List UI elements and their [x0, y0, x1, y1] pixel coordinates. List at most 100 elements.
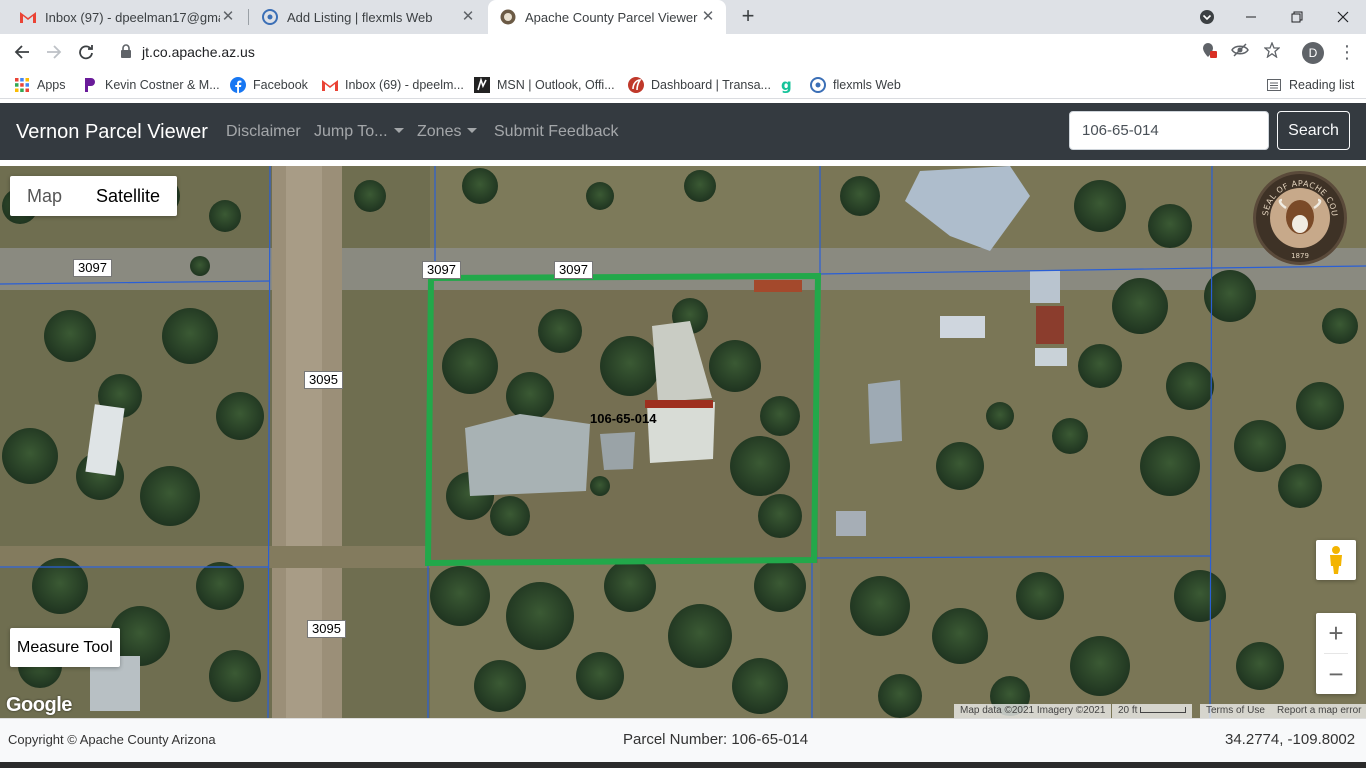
- bookmark-label: Inbox (69) - dpeelm...: [345, 78, 464, 92]
- peacock-icon: [82, 77, 98, 93]
- page-footer: Copyright © Apache County Arizona Parcel…: [0, 718, 1366, 762]
- bookmark-msn[interactable]: MSN | Outlook, Offi...: [474, 76, 615, 94]
- nav-zones-label: Zones: [417, 123, 462, 140]
- tab-flexmls[interactable]: Add Listing | flexmls Web ✕: [250, 0, 486, 34]
- close-tab-icon[interactable]: ✕: [220, 9, 236, 25]
- pegman-icon: [1330, 546, 1342, 574]
- bookmark-grammarly[interactable]: g: [779, 76, 802, 94]
- nav-jump-to-label: Jump To...: [314, 123, 388, 140]
- nav-zones-dropdown[interactable]: Zones: [417, 123, 478, 141]
- tab-gmail-inbox[interactable]: Inbox (97) - dpeelman17@gmail. ✕: [8, 0, 246, 34]
- coordinates-readout: 34.2774, -109.8002: [1225, 731, 1356, 748]
- road-label: 3095: [307, 620, 346, 638]
- restore-icon[interactable]: [1274, 0, 1320, 34]
- apps-grid-icon: [14, 77, 30, 93]
- bookmark-gmail[interactable]: Inbox (69) - dpeelm...: [322, 76, 464, 94]
- tab-search-icon[interactable]: [1184, 0, 1230, 34]
- apache-county-seal-logo: SEAL OF APACHE COUNTY ARIZONA 1879: [1252, 170, 1348, 266]
- terms-of-use-link[interactable]: Terms of Use: [1200, 704, 1271, 718]
- road-label: 3097: [554, 261, 593, 279]
- app-brand[interactable]: Vernon Parcel Viewer: [16, 121, 208, 144]
- gmail-icon: [20, 9, 36, 25]
- street-view-pegman-button[interactable]: [1316, 540, 1356, 580]
- zoom-control: + −: [1316, 613, 1356, 694]
- close-window-icon[interactable]: [1320, 0, 1366, 34]
- reading-list-button[interactable]: Reading list: [1266, 76, 1354, 94]
- bookmark-flexmls[interactable]: flexmls Web: [810, 76, 901, 94]
- parcel-number-label: 106-65-014: [590, 411, 657, 426]
- taskbar-edge: [0, 762, 1366, 768]
- satellite-imagery: [0, 166, 1366, 718]
- tab-parcel-viewer[interactable]: Apache County Parcel Viewer ✕: [488, 0, 726, 34]
- forward-arrow-icon[interactable]: [40, 38, 68, 66]
- parcel-number-status: Parcel Number: 106-65-014: [623, 731, 809, 748]
- bookmark-star-icon[interactable]: [1263, 41, 1281, 59]
- zoom-out-button[interactable]: −: [1316, 654, 1356, 694]
- reading-list-icon: [1266, 77, 1282, 93]
- map-data-attribution[interactable]: Map data ©2021 Imagery ©2021: [954, 704, 1112, 718]
- tab-title: Apache County Parcel Viewer: [525, 9, 698, 25]
- profile-avatar[interactable]: D: [1302, 42, 1324, 64]
- grammarly-icon: g: [779, 77, 795, 93]
- msn-icon: [474, 77, 490, 93]
- copyright-text: Copyright © Apache County Arizona: [8, 732, 216, 747]
- seal-year: 1879: [1291, 252, 1309, 260]
- flexmls-icon: [810, 77, 826, 93]
- zoom-in-button[interactable]: +: [1316, 613, 1356, 653]
- map-type-map-button[interactable]: Map: [10, 176, 79, 216]
- close-tab-icon[interactable]: ✕: [460, 9, 476, 25]
- transactiondesk-icon: [628, 77, 644, 93]
- nav-submit-feedback[interactable]: Submit Feedback: [494, 123, 619, 141]
- back-arrow-icon[interactable]: [8, 38, 36, 66]
- apache-seal-icon: [500, 9, 516, 25]
- road-label: 3097: [73, 259, 112, 277]
- eye-slash-icon[interactable]: [1231, 41, 1249, 59]
- reload-icon[interactable]: [72, 38, 100, 66]
- tab-title: Add Listing | flexmls Web: [287, 9, 433, 25]
- bookmark-label: Apps: [37, 78, 66, 92]
- bookmark-label: Facebook: [253, 78, 308, 92]
- road-label: 3095: [304, 371, 343, 389]
- bookmark-label: MSN | Outlook, Offi...: [497, 78, 615, 92]
- google-logo: Google: [6, 694, 72, 716]
- url-text: jt.co.apache.az.us: [142, 44, 255, 60]
- satellite-map[interactable]: Map Satellite 3097 3097 3097 3095 3095 1…: [0, 166, 1366, 718]
- map-scale[interactable]: 20 ft: [1112, 704, 1193, 718]
- lock-icon[interactable]: [120, 44, 132, 63]
- map-type-control: Map Satellite: [10, 176, 178, 216]
- tab-divider: [248, 9, 249, 25]
- new-tab-button[interactable]: +: [736, 5, 760, 29]
- bookmark-peacock[interactable]: Kevin Costner & M...: [82, 76, 220, 94]
- bookmark-facebook[interactable]: Facebook: [230, 76, 308, 94]
- address-bar[interactable]: jt.co.apache.az.us: [108, 37, 1288, 67]
- svg-text:g: g: [781, 77, 792, 93]
- bookmark-label: Dashboard | Transa...: [651, 78, 771, 92]
- map-type-satellite-button[interactable]: Satellite: [79, 176, 177, 216]
- nav-jump-to-dropdown[interactable]: Jump To...: [314, 123, 404, 141]
- road-label: 3097: [422, 261, 461, 279]
- search-button[interactable]: Search: [1277, 111, 1350, 150]
- scale-label: 20 ft: [1118, 705, 1138, 716]
- bookmark-apps[interactable]: Apps: [14, 76, 66, 94]
- minimize-icon[interactable]: [1228, 0, 1274, 34]
- flexmls-icon: [262, 9, 278, 25]
- gmail-icon: [322, 77, 338, 93]
- bookmark-dashboard[interactable]: Dashboard | Transa...: [628, 76, 771, 94]
- bookmark-label: flexmls Web: [833, 78, 901, 92]
- facebook-icon: [230, 77, 246, 93]
- reading-list-label: Reading list: [1289, 78, 1355, 92]
- browser-toolbar: jt.co.apache.az.us: [0, 34, 1366, 70]
- parcel-search-input[interactable]: [1069, 111, 1269, 150]
- location-blocked-icon[interactable]: [1200, 41, 1218, 59]
- measure-tool-button[interactable]: Measure Tool: [10, 628, 120, 667]
- caret-down-icon: [393, 128, 404, 133]
- report-map-error-link[interactable]: Report a map error: [1271, 704, 1366, 718]
- bookmark-label: Kevin Costner & M...: [105, 78, 220, 92]
- close-tab-icon[interactable]: ✕: [700, 9, 716, 25]
- browser-tab-strip: Inbox (97) - dpeelman17@gmail. ✕ Add Lis…: [0, 0, 1366, 34]
- bookmarks-bar: Apps Kevin Costner & M... Facebook Inbox…: [0, 70, 1366, 99]
- scale-bar-icon: [1140, 707, 1187, 713]
- browser-menu-icon[interactable]: ⋮: [1338, 42, 1356, 64]
- caret-down-icon: [467, 128, 478, 133]
- nav-disclaimer[interactable]: Disclaimer: [226, 123, 301, 141]
